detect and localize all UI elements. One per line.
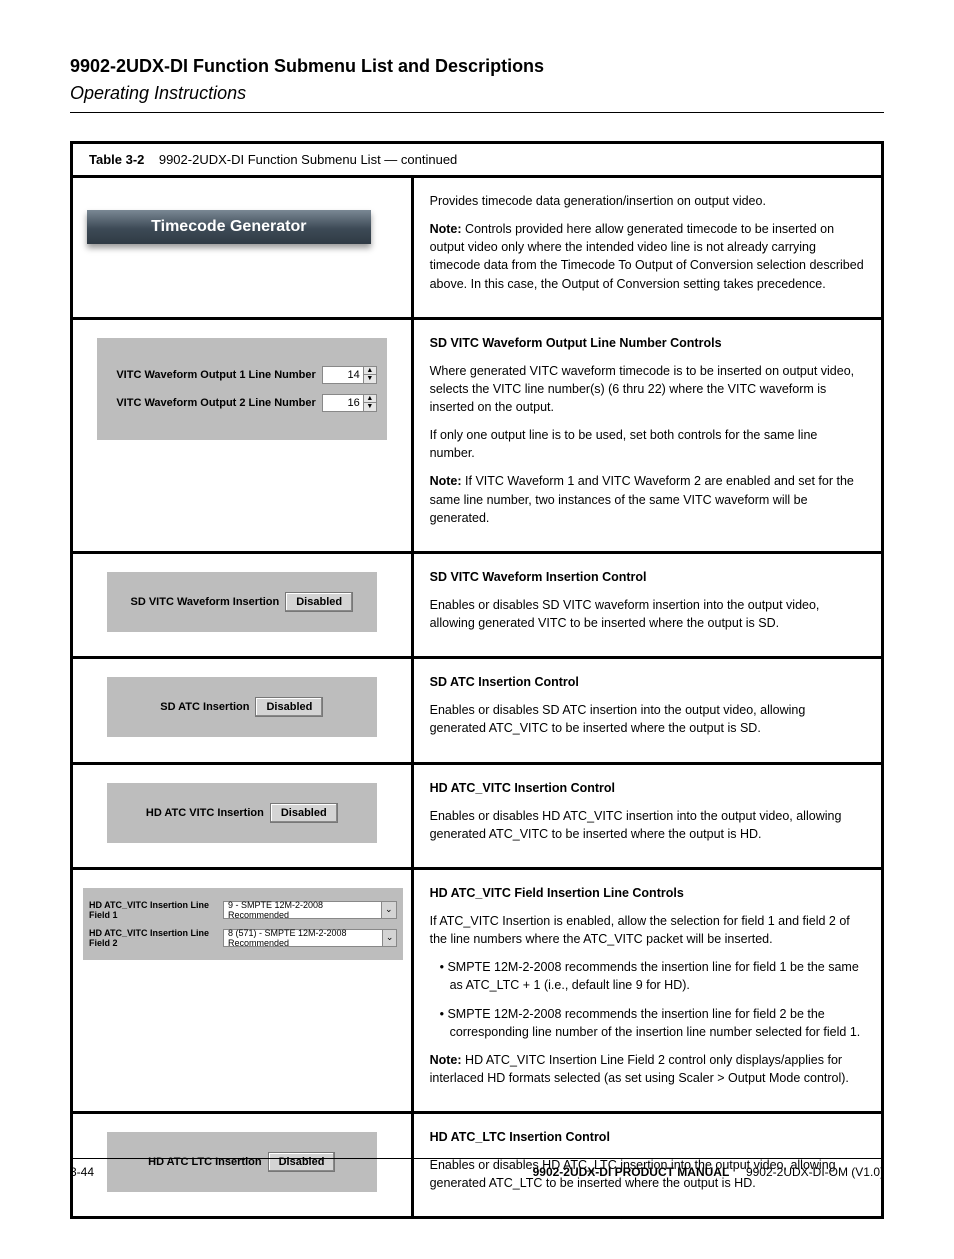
- vitc-ctrl-note: Note: If VITC Waveform 1 and VITC Wavefo…: [430, 472, 865, 526]
- vitc-ctrl-p2: If only one output line is to be used, s…: [430, 426, 865, 462]
- footer-manual-title: 9902-2UDX-DI PRODUCT MANUAL: [533, 1165, 730, 1179]
- vitc-out2-input[interactable]: [322, 394, 364, 412]
- hd-atc-vitc-label: HD ATC VITC Insertion: [146, 807, 264, 819]
- hd-atc-vitc-heading: HD ATC_VITC Insertion Control: [430, 779, 865, 797]
- hd-atc-line-f2-select[interactable]: 8 (571) - SMPTE 12M-2-2008 Recommended ⌄: [223, 929, 397, 947]
- hd-atc-line-note: Note: HD ATC_VITC Insertion Line Field 2…: [430, 1051, 865, 1087]
- header-divider: [70, 112, 884, 113]
- hd-atc-line-f2-label: HD ATC_VITC Insertion Line Field 2: [89, 928, 219, 948]
- sd-atc-label: SD ATC Insertion: [160, 701, 249, 713]
- hd-atc-line-f1-select[interactable]: 9 - SMPTE 12M-2-2008 Recommended ⌄: [223, 901, 397, 919]
- hd-atc-line-f1-label: HD ATC_VITC Insertion Line Field 1: [89, 900, 219, 920]
- vitc-out1-input[interactable]: [322, 366, 364, 384]
- doc-header: 9902-2UDX-DI Function Submenu List and D…: [70, 56, 884, 113]
- vitc-ctrl-p1: Where generated VITC waveform timecode i…: [430, 362, 865, 416]
- note-label: Note:: [430, 222, 462, 236]
- vitc-ctrl-heading: SD VITC Waveform Output Line Number Cont…: [430, 334, 865, 352]
- spinner-up-icon[interactable]: ▲: [364, 367, 376, 375]
- vitc-out1-spinner[interactable]: ▲ ▼: [322, 366, 377, 384]
- sd-vitc-label: SD VITC Waveform Insertion: [131, 596, 280, 608]
- spinner-up-icon[interactable]: ▲: [364, 395, 376, 403]
- hd-atc-line-heading: HD ATC_VITC Field Insertion Line Control…: [430, 884, 865, 902]
- hd-atc-bullet1: • SMPTE 12M-2-2008 recommends the insert…: [450, 958, 865, 994]
- note-text: If VITC Waveform 1 and VITC Waveform 2 a…: [430, 474, 854, 524]
- footer-revision: 9902-2UDX-DI-OM (V1.0): [746, 1165, 884, 1179]
- vitc-out2-spinner[interactable]: ▲ ▼: [322, 394, 377, 412]
- hd-atc-vitc-desc: Enables or disables HD ATC_VITC insertio…: [430, 807, 865, 843]
- timecode-generator-banner: Timecode Generator: [87, 210, 371, 244]
- spinner-down-icon[interactable]: ▼: [364, 403, 376, 411]
- note-label: Note:: [430, 474, 462, 488]
- footer-right: 9902-2UDX-DI PRODUCT MANUAL 9902-2UDX-DI…: [533, 1165, 884, 1179]
- hd-atc-line-f2-value: 8 (571) - SMPTE 12M-2-2008 Recommended: [228, 928, 382, 948]
- spinner-down-icon[interactable]: ▼: [364, 375, 376, 383]
- hd-atc-line-f1-value: 9 - SMPTE 12M-2-2008 Recommended: [228, 900, 381, 920]
- doc-footer: 3-44 9902-2UDX-DI PRODUCT MANUAL 9902-2U…: [70, 1158, 884, 1179]
- note-label: Note:: [430, 1053, 462, 1067]
- tc-gen-note: Note: Controls provided here allow gener…: [430, 220, 865, 293]
- hd-atc-vitc-toggle[interactable]: Disabled: [270, 803, 338, 823]
- function-table: Table 3-2 9902-2UDX-DI Function Submenu …: [70, 141, 884, 1219]
- note-text: Controls provided here allow generated t…: [430, 222, 864, 290]
- hd-atc-line-desc: If ATC_VITC Insertion is enabled, allow …: [430, 912, 865, 948]
- vitc-out1-label: VITC Waveform Output 1 Line Number: [116, 369, 315, 381]
- chevron-down-icon: ⌄: [382, 930, 396, 946]
- sd-atc-toggle[interactable]: Disabled: [255, 697, 323, 717]
- sd-atc-desc: Enables or disables SD ATC insertion int…: [430, 701, 865, 737]
- sd-atc-heading: SD ATC Insertion Control: [430, 673, 865, 691]
- chevron-down-icon: ⌄: [381, 902, 396, 918]
- page-number: 3-44: [70, 1165, 94, 1179]
- vitc-out2-label: VITC Waveform Output 2 Line Number: [116, 397, 315, 409]
- table-caption-prefix: Table 3-2: [89, 152, 144, 167]
- sd-vitc-toggle[interactable]: Disabled: [285, 592, 353, 612]
- hd-atc-bullet2: • SMPTE 12M-2-2008 recommends the insert…: [450, 1005, 865, 1041]
- sd-vitc-desc: Enables or disables SD VITC waveform ins…: [430, 596, 865, 632]
- tc-gen-desc: Provides timecode data generation/insert…: [430, 192, 865, 210]
- table-caption-title: 9902-2UDX-DI Function Submenu List — con…: [159, 152, 457, 167]
- sd-vitc-heading: SD VITC Waveform Insertion Control: [430, 568, 865, 586]
- doc-title: 9902-2UDX-DI Function Submenu List and D…: [70, 56, 544, 77]
- footer-divider: [70, 1158, 884, 1159]
- note-text: HD ATC_VITC Insertion Line Field 2 contr…: [430, 1053, 849, 1085]
- hd-atc-ltc-heading: HD ATC_LTC Insertion Control: [430, 1128, 865, 1146]
- doc-chapter: Operating Instructions: [70, 83, 884, 104]
